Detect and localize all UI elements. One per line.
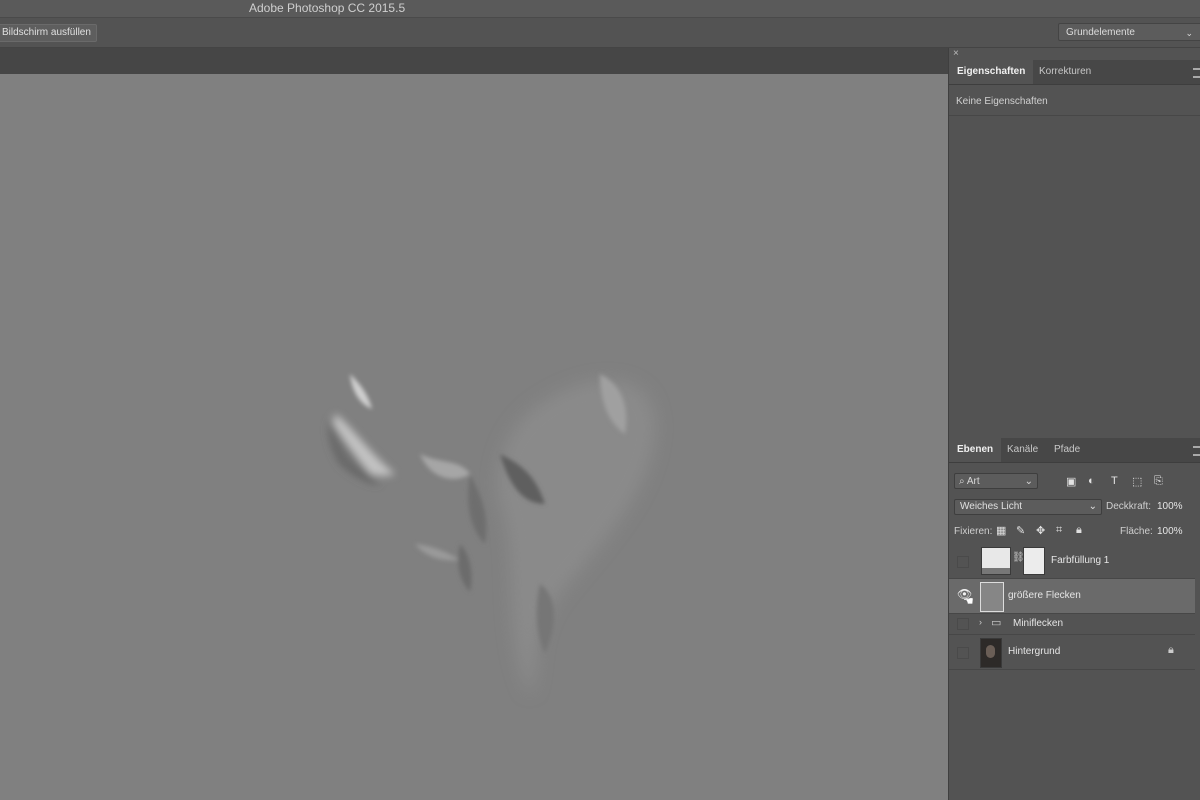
- options-bar: Bildschirm ausfüllen Grundelemente ⌄: [0, 18, 1200, 48]
- layer-row-background[interactable]: Hintergrund 🔒︎: [949, 635, 1195, 670]
- fit-screen-button[interactable]: Bildschirm ausfüllen: [0, 24, 97, 42]
- tab-channels[interactable]: Kanäle: [999, 438, 1046, 462]
- kind-filter-label: Art: [966, 476, 980, 487]
- document-tab-strip: [0, 48, 948, 74]
- folder-icon: ▭: [991, 617, 1002, 629]
- layer-name[interactable]: Farbfüllung 1: [1051, 555, 1109, 566]
- blend-mode-select[interactable]: Weiches Licht ⌄: [954, 499, 1102, 515]
- lock-position-icon[interactable]: ✥: [1036, 524, 1045, 537]
- visibility-toggle[interactable]: [957, 556, 969, 568]
- layer-kind-filter[interactable]: ⌕ Art ⌄: [954, 473, 1038, 489]
- smart-object-filter-icon[interactable]: ⎘: [1154, 475, 1163, 488]
- layer-thumbnail: [980, 638, 1002, 668]
- layers-panel: Ebenen Kanäle Pfade ⌕ Art ⌄ ▣ ◐ T ⬚ ⎘ We…: [949, 438, 1200, 800]
- lock-label: Fixieren:: [954, 526, 993, 537]
- panel-menu-icon[interactable]: [1193, 446, 1200, 456]
- lock-icon: 🔒︎: [1168, 644, 1174, 656]
- lock-pixels-icon[interactable]: ✎: [1016, 524, 1025, 537]
- blend-mode-label: Weiches Licht: [960, 501, 1023, 512]
- document-canvas[interactable]: [0, 74, 948, 800]
- layer-row-group[interactable]: › ▭ Miniflecken: [949, 614, 1195, 635]
- layer-name[interactable]: Miniflecken: [1013, 618, 1063, 629]
- lock-transparent-icon[interactable]: ▦: [996, 524, 1006, 537]
- title-bar: Adobe Photoshop CC 2015.5: [0, 0, 1200, 18]
- image-filter-icon[interactable]: ▣: [1066, 475, 1076, 488]
- opacity-value[interactable]: 100%: [1153, 499, 1199, 514]
- fill-label: Fläche:: [1120, 526, 1153, 537]
- chevron-right-icon[interactable]: ›: [979, 617, 982, 627]
- visibility-toggle[interactable]: [957, 618, 969, 630]
- mask-thumbnail: [1023, 547, 1045, 575]
- fill-value[interactable]: 100%: [1153, 524, 1199, 539]
- tab-layers[interactable]: Ebenen: [949, 438, 1002, 462]
- divider: [949, 115, 1200, 116]
- shape-filter-icon[interactable]: ⬚: [1132, 475, 1142, 488]
- layer-name[interactable]: Hintergrund: [1008, 646, 1060, 657]
- tab-properties[interactable]: Eigenschaften: [949, 60, 1034, 84]
- chevron-down-icon: ⌄: [1185, 28, 1193, 38]
- layer-thumbnail: [981, 547, 1011, 575]
- app-title: Adobe Photoshop CC 2015.5: [249, 1, 406, 15]
- visibility-toggle[interactable]: [957, 647, 969, 659]
- layer-row-selected[interactable]: 👁︎ ☚ größere Flecken: [949, 579, 1195, 614]
- layer-row-fill[interactable]: ⛓︎ Farbfüllung 1: [949, 544, 1195, 579]
- smudge-large: [497, 380, 656, 694]
- properties-empty-text: Keine Eigenschaften: [956, 96, 1048, 107]
- workspace-select[interactable]: Grundelemente ⌄: [1058, 23, 1200, 41]
- layer-thumbnail: [980, 582, 1004, 612]
- workspace-label: Grundelemente: [1066, 27, 1135, 38]
- layer-name[interactable]: größere Flecken: [1008, 590, 1081, 601]
- lock-artboard-icon[interactable]: ⌗: [1056, 524, 1062, 537]
- panel-menu-icon[interactable]: [1193, 68, 1200, 78]
- canvas-artwork: [328, 374, 656, 694]
- right-panel-dock: × Eigenschaften Korrekturen Keine Eigens…: [948, 48, 1200, 800]
- hand-cursor-icon: ☚: [963, 594, 974, 608]
- opacity-label: Deckkraft:: [1106, 501, 1152, 512]
- search-icon: ⌕: [959, 476, 965, 487]
- lock-all-icon[interactable]: 🔒︎: [1076, 524, 1082, 537]
- close-icon[interactable]: ×: [953, 48, 959, 59]
- tab-adjustments[interactable]: Korrekturen: [1031, 60, 1099, 84]
- chevron-down-icon: ⌄: [1024, 476, 1033, 487]
- type-filter-icon[interactable]: T: [1111, 475, 1118, 487]
- smudge-left: [328, 414, 395, 485]
- tab-paths[interactable]: Pfade: [1046, 438, 1088, 462]
- properties-tab-bar: Eigenschaften Korrekturen: [949, 60, 1200, 85]
- chevron-down-icon: ⌄: [1088, 501, 1097, 512]
- layers-tab-bar: Ebenen Kanäle Pfade: [949, 438, 1200, 463]
- adjustment-filter-icon[interactable]: ◐: [1088, 475, 1095, 487]
